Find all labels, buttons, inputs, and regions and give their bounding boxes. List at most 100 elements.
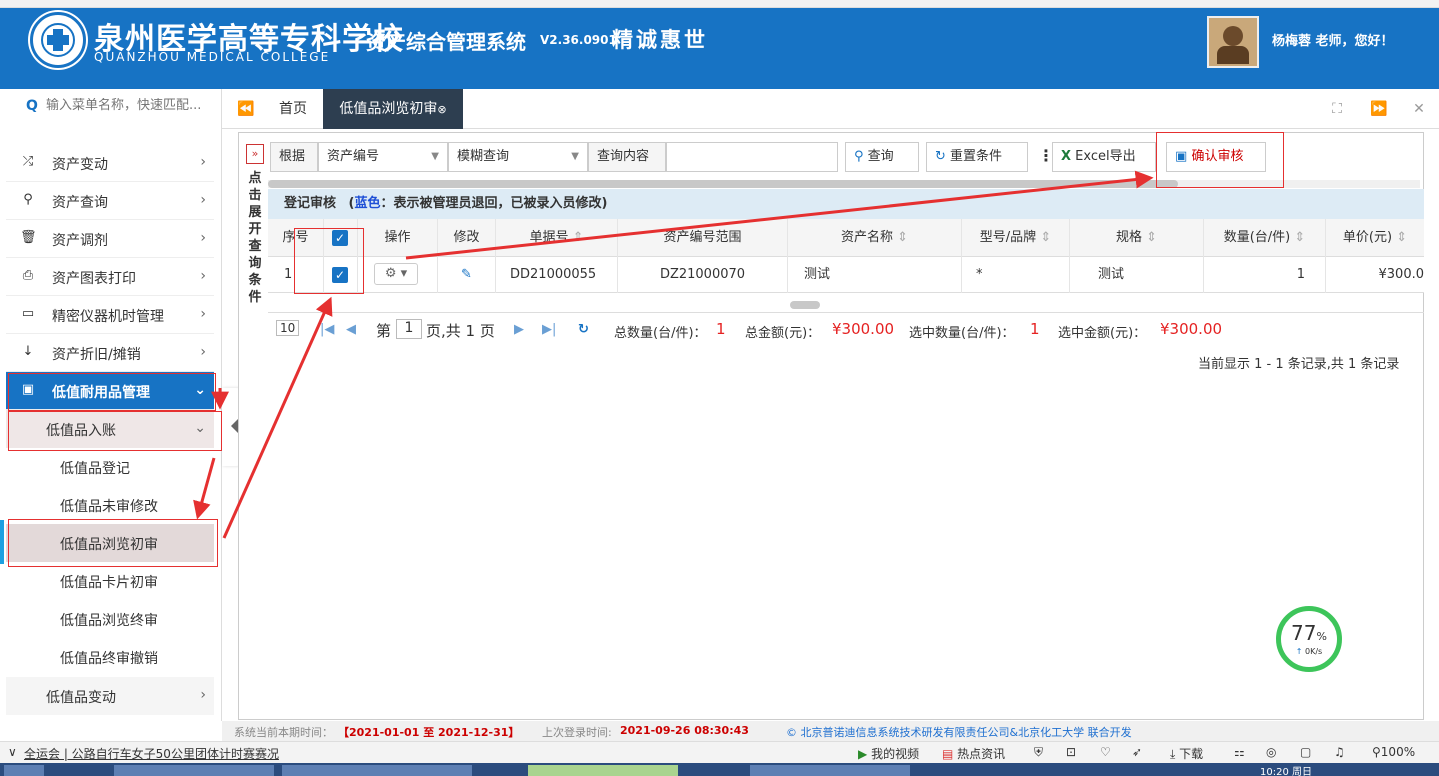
copyright: © 北京普诺迪信息系统技术研发有限责任公司&北京化工大学 联合开发 xyxy=(786,726,1132,739)
user-greeting[interactable]: 杨梅蓉 老师，您好！ xyxy=(1272,30,1394,49)
field-select[interactable]: 资产编号 ▼ xyxy=(318,142,448,172)
chevron-right-icon: › xyxy=(200,344,206,360)
refresh-icon[interactable]: ↻ xyxy=(578,322,589,337)
cell-price: ¥300.0 xyxy=(1378,267,1425,282)
chevron-down-icon[interactable]: ∨ xyxy=(8,745,17,759)
page-number-input[interactable]: 1 xyxy=(396,319,422,339)
shield-icon[interactable]: ⛨ xyxy=(1034,745,1043,760)
first-page-icon[interactable]: |◀ xyxy=(320,322,334,337)
tab-home[interactable]: 首页 xyxy=(265,89,321,129)
sort-icon: ↓ xyxy=(22,344,34,359)
col-asset-range: 资产编号范围 xyxy=(618,219,788,257)
record-info: 当前显示 1 - 1 条记录,共 1 条记录 xyxy=(1198,357,1400,372)
last-login-label: 上次登录时间: xyxy=(542,726,612,739)
grid-caption-note: 蓝色：表示被管理员退回，已被录入员修改) xyxy=(354,196,608,211)
tab-scroll-right-button[interactable]: ⏩ xyxy=(1359,89,1399,129)
excel-export-button[interactable]: X Excel导出 xyxy=(1052,142,1156,172)
col-spec[interactable]: 规格 ⇕ xyxy=(1070,219,1204,257)
grid-scroll-thumb[interactable] xyxy=(790,301,820,309)
sidebar-item-asset-query[interactable]: ⚲ 资产查询 › xyxy=(6,182,214,220)
selected-qty: 1 xyxy=(1030,320,1040,338)
sidebar-leaf-register[interactable]: 低值品登记 xyxy=(6,448,214,486)
reset-button[interactable]: ↻ 重置条件 xyxy=(926,142,1028,172)
cell-spec: 测试 xyxy=(1070,257,1204,293)
cell-doc-no: DD21000055 xyxy=(496,257,618,293)
download-button[interactable]: ⤓ 下载 xyxy=(1170,745,1203,762)
taskbar-app-active[interactable] xyxy=(528,765,678,776)
cell-action[interactable]: ⚙ ▾ xyxy=(358,257,438,293)
col-qty[interactable]: 数量(台/件) ⇕ xyxy=(1204,219,1326,257)
sidebar-leaf-card-first-review[interactable]: 低值品卡片初审 xyxy=(6,562,214,600)
news-link[interactable]: 全运会 | 公路自行车女子50公里团体计时赛赛况 xyxy=(24,745,279,762)
apps-icon[interactable]: ⚏ xyxy=(1234,745,1245,759)
monitor-icon: ▭ xyxy=(21,306,35,321)
trash-icon: 🗑 xyxy=(20,230,37,245)
edit-pencil-icon[interactable]: ✎ xyxy=(438,257,496,293)
grid-header: 序号 ✓ 操作 修改 单据号 ⇕ 资产编号范围 资产名称 ⇕ 型号/品牌 ⇕ 规… xyxy=(268,219,1424,257)
hot-news-label: 热点资讯 xyxy=(957,747,1006,761)
sidebar-item-label: 资产变动 xyxy=(52,157,108,173)
mode-select[interactable]: 模糊查询 ▼ xyxy=(448,142,588,172)
arrow-up-icon: ↑ xyxy=(1295,647,1303,656)
image-icon[interactable]: ⊡ xyxy=(1066,745,1076,759)
sidebar-item-asset-transfer[interactable]: 🗑 资产调剂 › xyxy=(6,220,214,258)
selected-amount-label: 选中金额(元)： xyxy=(1058,326,1147,341)
window-icon[interactable]: ▢ xyxy=(1300,745,1311,759)
page-prefix: 第 xyxy=(376,322,392,340)
search-icon: Q xyxy=(26,98,38,114)
menu-search[interactable]: Q xyxy=(6,94,214,122)
close-all-tabs-button[interactable]: ✕ xyxy=(1399,89,1439,129)
sidebar-item-instrument-time[interactable]: ▭ 精密仪器机时管理 › xyxy=(6,296,214,334)
speaker-icon[interactable]: ♫ xyxy=(1334,745,1345,759)
col-doc-no[interactable]: 单据号 ⇕ xyxy=(496,219,618,257)
search-button[interactable]: ⚲ 查询 xyxy=(845,142,919,172)
sidebar-item-depreciation[interactable]: ↓ 资产折旧/摊销 › xyxy=(6,334,214,372)
last-login-value: 2021-09-26 08:30:43 xyxy=(620,724,749,737)
rocket-icon[interactable]: ➶ xyxy=(1132,745,1142,759)
chevron-right-icon: › xyxy=(200,154,206,170)
download-label: 下载 xyxy=(1179,747,1204,761)
chevron-right-icon: › xyxy=(200,306,206,322)
sidebar-item-label: 资产调剂 xyxy=(52,233,108,249)
my-video-button[interactable]: ▶ 我的视频 xyxy=(858,745,919,762)
taskbar-app[interactable] xyxy=(750,765,910,776)
hot-news-button[interactable]: ▤ 热点资讯 xyxy=(942,745,1005,762)
sidebar-leaf-browse-final-review[interactable]: 低值品浏览终审 xyxy=(6,600,214,638)
sidebar-item-asset-change[interactable]: ⤮ 资产变动 › xyxy=(6,144,214,182)
heart-icon[interactable]: ♡ xyxy=(1100,745,1111,759)
tab-scroll-left-button[interactable]: ⏪ xyxy=(226,89,266,129)
taskbar-start[interactable] xyxy=(4,765,44,776)
gear-icon[interactable]: ⚙ ▾ xyxy=(374,263,418,285)
fullscreen-icon[interactable]: ⛶ xyxy=(1317,89,1357,129)
menu-search-input[interactable] xyxy=(46,98,214,113)
expand-conditions-label[interactable]: 点击展开查询条件 xyxy=(246,170,264,306)
page-size-select[interactable]: 10 xyxy=(276,320,300,336)
col-price[interactable]: 单价(元) ⇕ xyxy=(1326,219,1424,257)
sidebar-item-asset-print[interactable]: ⎙ 资产图表打印 › xyxy=(6,258,214,296)
query-content-input[interactable] xyxy=(666,142,838,172)
next-page-icon[interactable]: ▶ xyxy=(514,322,524,337)
col-label: 资产名称 xyxy=(840,230,893,245)
sort-icon: ⇕ xyxy=(1396,230,1408,245)
annotation-box-checkbox xyxy=(294,228,364,294)
col-model[interactable]: 型号/品牌 ⇕ xyxy=(962,219,1070,257)
period-value: 【2021-01-01 至 2021-12-31】 xyxy=(338,726,520,739)
close-icon[interactable]: ⊗ xyxy=(437,103,446,116)
last-page-icon[interactable]: ▶| xyxy=(542,322,556,337)
taskbar-app[interactable] xyxy=(282,765,472,776)
zoom-control[interactable]: ⚲100% xyxy=(1372,745,1415,759)
network-speed-widget[interactable]: 77% ↑ 0K/s xyxy=(1276,606,1342,672)
prev-page-icon[interactable]: ◀ xyxy=(346,322,356,337)
sidebar-subgroup-low-value-change[interactable]: 低值品变动 › xyxy=(6,677,214,715)
taskbar-app[interactable] xyxy=(114,765,274,776)
table-row[interactable]: 1 ✓ ⚙ ▾ ✎ DD21000055 DZ21000070 测试 * 测试 … xyxy=(268,257,1424,293)
user-avatar[interactable] xyxy=(1207,16,1259,68)
sort-icon: ⇕ xyxy=(1294,230,1306,245)
sidebar-leaf-final-revoke[interactable]: 低值品终审撤销 xyxy=(6,638,214,676)
browser-icon[interactable]: ◎ xyxy=(1266,745,1276,759)
col-asset-name[interactable]: 资产名称 ⇕ xyxy=(788,219,962,257)
sidebar-item-label: 精密仪器机时管理 xyxy=(52,309,164,325)
expand-conditions-button[interactable]: » xyxy=(246,144,264,164)
system-title: 资产综合管理系统 xyxy=(366,30,526,54)
tab-browse-first-review[interactable]: 低值品浏览初审⊗ xyxy=(323,89,463,129)
